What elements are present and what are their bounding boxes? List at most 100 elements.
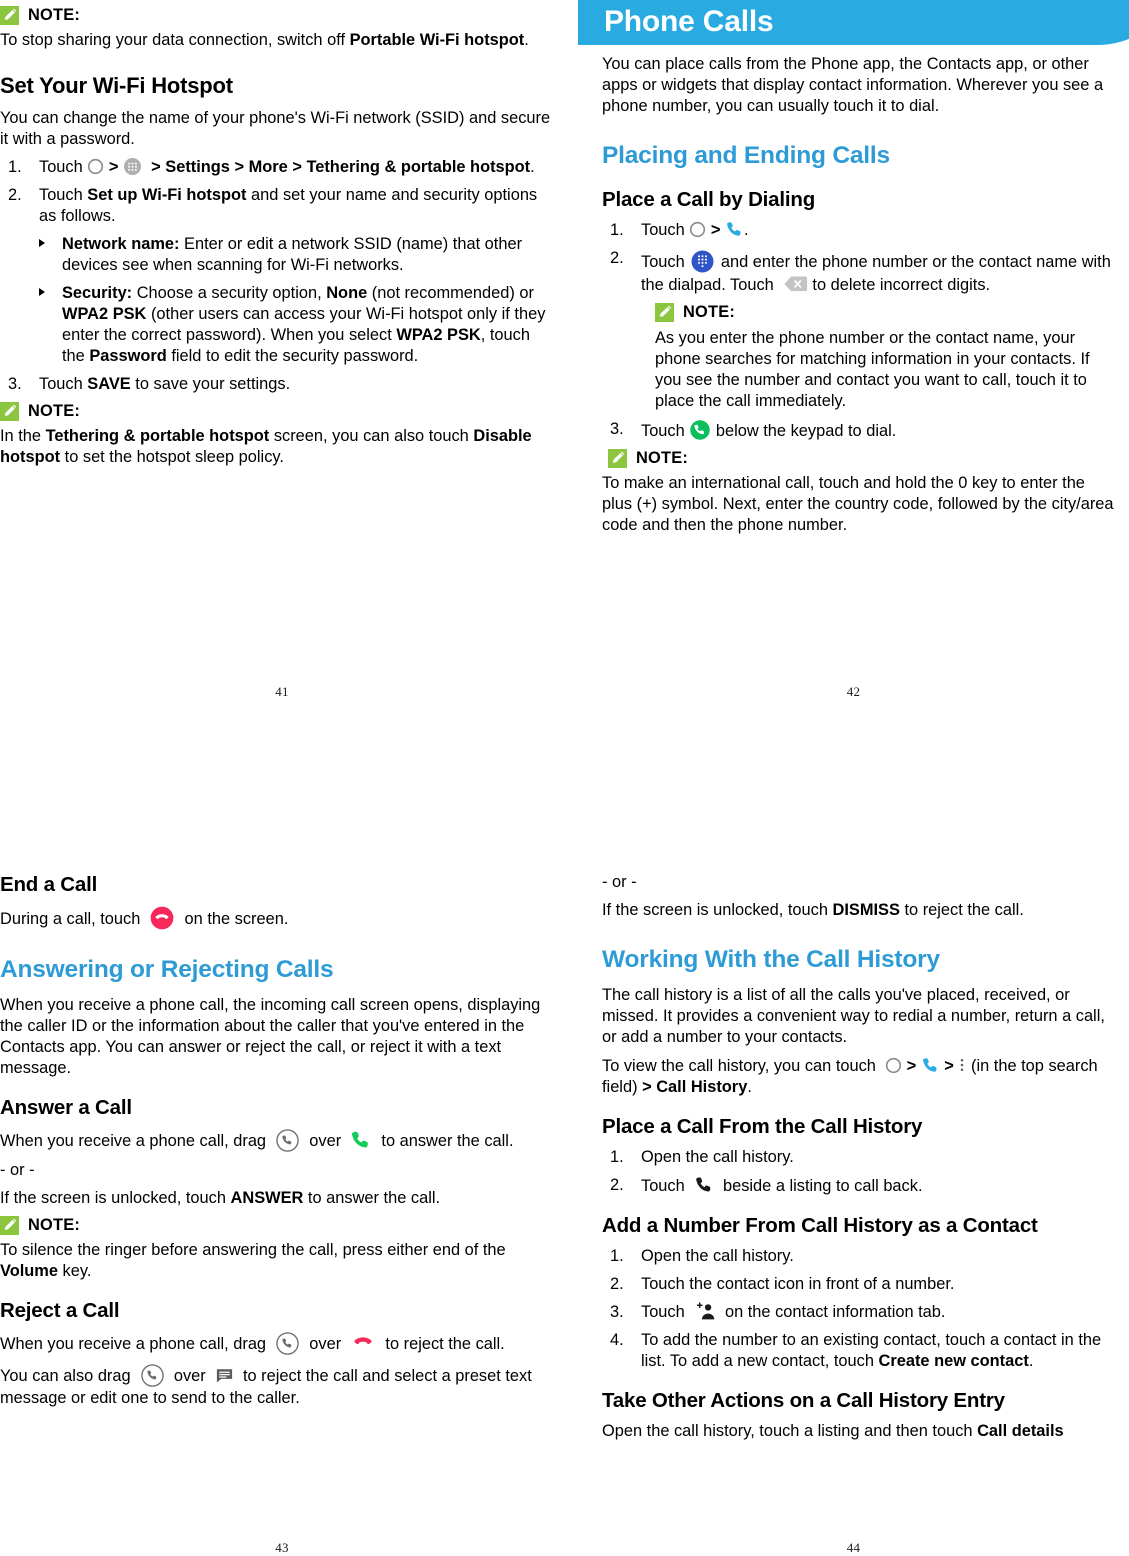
home-circle-icon	[885, 1057, 902, 1074]
bullet-triangle-icon	[39, 287, 45, 296]
pencil-note-icon	[608, 448, 627, 468]
step-2-pre: Touch	[39, 185, 88, 204]
step-1: 1. Touch > > Settings > More > Tethering …	[0, 157, 556, 178]
set-wifi-intro: You can change the name of your phone's …	[0, 108, 551, 148]
p44-add-step-1-number: 1.	[610, 1247, 624, 1266]
end-call-icon	[149, 905, 175, 931]
p44-add-step-2: 2. Touch the contact icon in front of a n…	[602, 1274, 1119, 1295]
p44-add-step-4-number: 4.	[610, 1331, 624, 1350]
p44-add-step-1: 1. Open the call history.	[602, 1246, 1119, 1267]
note-top-pre: To stop sharing your data connection, sw…	[0, 31, 350, 49]
page-43-body: End a Call During a call, touch on the s…	[0, 872, 564, 1416]
nb-t0: In the	[0, 426, 46, 445]
subsection-end-a-call: End a Call	[0, 873, 98, 896]
step-3: 3. Touch SAVE to save your settings.	[0, 374, 556, 395]
p42-step-2-pre: Touch	[641, 252, 685, 271]
pencil-note-icon	[655, 302, 674, 322]
call-history-menu-label: > Call History	[642, 1078, 748, 1097]
step-1-number: 1.	[8, 157, 22, 176]
step-3-number: 3.	[8, 374, 22, 393]
section-working-with-call-history: Working With the Call History	[602, 946, 940, 973]
end-call-post: on the screen.	[184, 910, 289, 928]
bullet-security-password: Password	[89, 346, 167, 365]
step-2-bold: Set up Wi-Fi hotspot	[87, 185, 247, 204]
p42-step-2-post: to delete incorrect digits.	[812, 275, 991, 294]
subsection-answer-a-call: Answer a Call	[0, 1096, 132, 1120]
p44-add-step-1-text: Open the call history.	[641, 1247, 794, 1266]
step-2: 2. Touch Set up Wi-Fi hotspot and set you…	[0, 185, 556, 227]
note-heading-bottom: NOTE:	[0, 401, 556, 421]
call-details-label: Call details	[977, 1422, 1064, 1441]
p44-add-step-4: 4. To add the number to an existing conta…	[602, 1330, 1119, 1372]
p42-step-1-period: .	[744, 220, 749, 239]
page-44-body: - or - If the screen is unlocked, touch …	[578, 872, 1129, 1449]
p44-place-step-2-post: beside a listing to call back.	[722, 1177, 923, 1196]
dismiss-button-label: DISMISS	[832, 901, 900, 919]
answer-or: - or -	[0, 1161, 35, 1180]
p44-place-step-2-number: 2.	[610, 1176, 624, 1195]
answer-mid: over	[309, 1132, 342, 1151]
answer-call-text: When you receive a phone call, drag over…	[0, 1128, 556, 1153]
heading-set-wifi-hotspot: Set Your Wi-Fi Hotspot	[0, 73, 233, 98]
p44-place-step-1: 1. Open the call history.	[602, 1147, 1119, 1168]
bullet-security-wpa2-2: WPA2 PSK	[396, 325, 481, 344]
nb-bold-tethering: Tethering & portable hotspot	[45, 426, 270, 445]
note-top-text: To stop sharing your data connection, sw…	[0, 30, 556, 51]
reject-call-text2: You can also drag over to reject the cal…	[0, 1363, 556, 1409]
reject-mid: over	[309, 1335, 342, 1354]
p44-place-step-1-text: Open the call history.	[641, 1148, 794, 1167]
subsection-add-number-as-contact: Add a Number From Call History as a Cont…	[602, 1214, 1038, 1238]
nb-t2: to set the hotspot sleep policy.	[60, 447, 284, 466]
reject-pre: When you receive a phone call, drag	[0, 1335, 267, 1354]
answer-unlocked-pre: If the screen is unlocked, touch	[0, 1189, 231, 1208]
reject-call-handset-icon	[350, 1335, 376, 1351]
page-43: End a Call During a call, touch on the s…	[0, 872, 564, 1556]
p44-add-step-3-pre: Touch	[641, 1303, 685, 1322]
page-44: - or - If the screen is unlocked, touch …	[578, 872, 1129, 1556]
note-label: NOTE:	[28, 6, 80, 24]
note-heading-p42-2: NOTE:	[608, 448, 1119, 468]
bullet-security-t1: Choose a security option,	[132, 283, 327, 302]
p43-note-t0: To silence the ringer before answering t…	[0, 1241, 506, 1260]
p42-step-3-number: 3.	[610, 419, 624, 438]
p43-note-text: To silence the ringer before answering t…	[0, 1240, 556, 1282]
p42-step-1-number: 1.	[610, 220, 624, 239]
phone-handset-icon	[725, 220, 744, 239]
step-1-touch: Touch	[39, 157, 83, 176]
page-42-body: Phone Calls You can place calls from the…	[578, 0, 1129, 543]
subsection-place-call-dialing: Place a Call by Dialing	[602, 187, 816, 211]
volume-key-label: Volume	[0, 1262, 58, 1281]
view-gt-1: >	[906, 1057, 917, 1076]
p42-step-1: 1. Touch > .	[602, 220, 1119, 241]
place-call-steps: 1. Touch > . 2. Touch and enter the phone …	[602, 220, 1119, 442]
p44-add-step-4-t1: .	[1028, 1352, 1034, 1371]
other-actions-text: Open the call history, touch a listing a…	[602, 1421, 1119, 1442]
answering-intro: When you receive a phone call, the incom…	[0, 996, 541, 1078]
drag-handle-call-icon	[275, 1128, 300, 1153]
step-3-pre: Touch	[39, 374, 88, 393]
p44-add-step-3-post: on the contact information tab.	[724, 1303, 946, 1322]
pencil-note-icon	[0, 6, 19, 25]
p44-place-step-1-number: 1.	[610, 1148, 624, 1167]
note-label: NOTE:	[636, 448, 688, 467]
message-icon	[215, 1366, 234, 1385]
page-number-42: 42	[846, 684, 861, 699]
p44-place-step-2-pre: Touch	[641, 1177, 685, 1196]
note-label: NOTE:	[28, 401, 80, 420]
page-number-44: 44	[846, 1540, 861, 1555]
phone-calls-intro: You can place calls from the Phone app, …	[602, 55, 1104, 116]
end-call-text: During a call, touch on the screen.	[0, 905, 556, 931]
green-handset-icon	[350, 1129, 372, 1151]
bullet-triangle-icon	[39, 238, 45, 247]
page-41: NOTE: To stop sharing your data connecti…	[0, 0, 564, 700]
answer-post: to answer the call.	[381, 1132, 514, 1151]
bullet-network-name: Network name: Enter or edit a network SS…	[0, 234, 556, 276]
page-spread: NOTE: To stop sharing your data connecti…	[0, 0, 1129, 1556]
section-placing-ending-calls: Placing and Ending Calls	[602, 142, 890, 170]
place-from-history-steps: 1. Open the call history. 2. Touch beside …	[602, 1147, 1119, 1197]
bullet-security: Security: Choose a security option, None…	[0, 283, 556, 367]
add-person-icon	[694, 1302, 716, 1321]
step-3-bold: SAVE	[87, 374, 131, 393]
page-42: Phone Calls You can place calls from the…	[578, 0, 1129, 700]
bullet-security-wpa2-1: WPA2 PSK	[62, 304, 147, 323]
